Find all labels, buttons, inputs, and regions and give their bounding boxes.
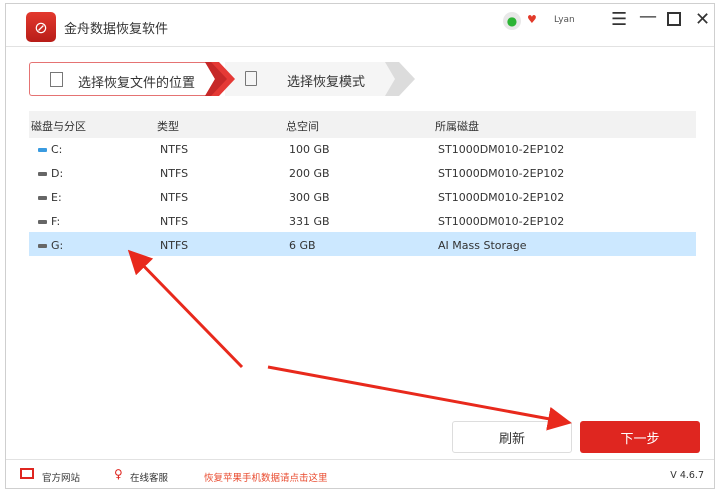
annotation-arrows [127,249,572,431]
annotation-arrow [267,365,572,431]
annotation-arrow [127,249,244,369]
